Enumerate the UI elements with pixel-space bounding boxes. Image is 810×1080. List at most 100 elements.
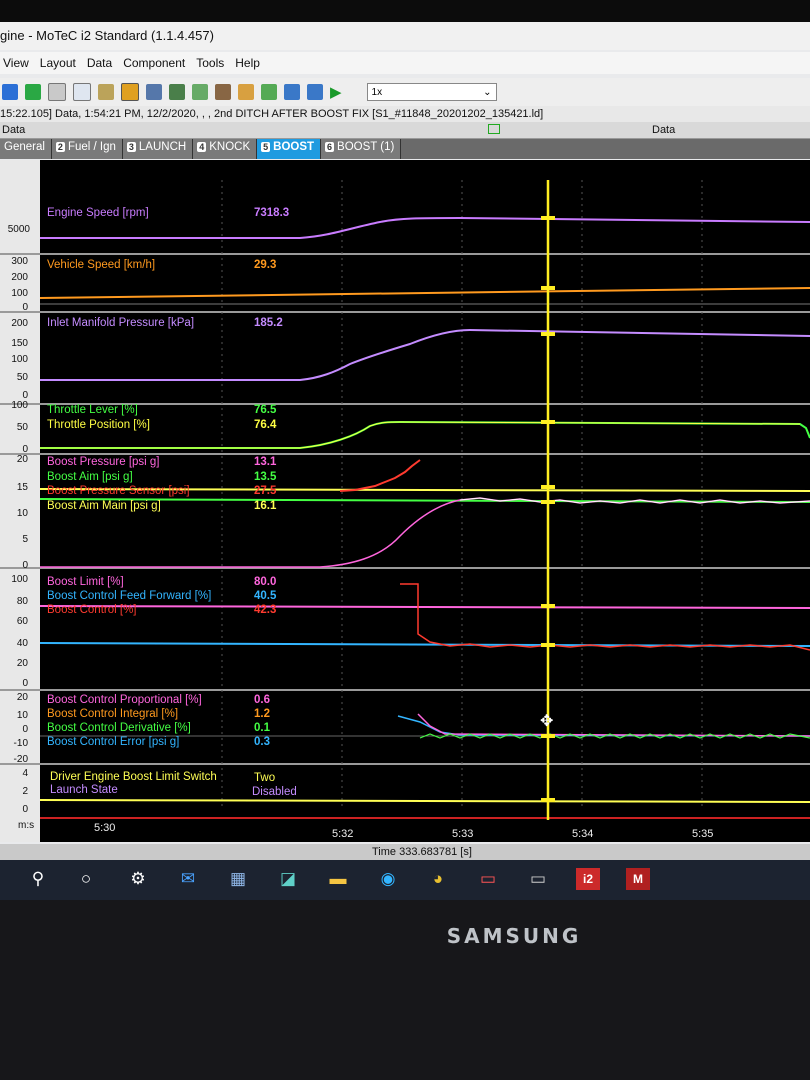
y-tick: 40 <box>16 638 28 649</box>
y-tick: 50 <box>16 372 28 383</box>
edge-icon[interactable]: ◉ <box>376 868 400 890</box>
channel-value-boost-control-derivative: 0.1 <box>254 722 270 734</box>
y-tick: 20 <box>16 454 28 465</box>
channel-label-inlet-manifold-pressure[interactable]: Inlet Manifold Pressure [kPa] <box>47 317 194 329</box>
x-tick: 5:33 <box>452 828 474 840</box>
download-icon[interactable] <box>25 84 41 100</box>
channel-value-boost-aim: 13.5 <box>254 471 277 483</box>
channel-value-vehicle-speed: 29.3 <box>254 259 277 271</box>
menu-view[interactable]: View <box>0 52 37 74</box>
menu-help[interactable]: Help <box>232 52 268 74</box>
menu-component[interactable]: Component <box>120 52 193 74</box>
trace-boost-control-error <box>397 715 810 737</box>
taskbar: ⚲ ○ ⚙ ✉ ▦ ◪ ▬ ◉ ◕ ▭ ▭ i2 M <box>0 860 810 900</box>
channel-label-boost-control-derivative[interactable]: Boost Control Derivative [%] <box>47 722 191 734</box>
trace-boost-pressure-sensor <box>339 459 421 492</box>
channel-label-boost-control-integral[interactable]: Boost Control Integral [%] <box>47 708 178 720</box>
y-tick: 50 <box>16 422 28 433</box>
trace-throttle-position <box>40 421 801 449</box>
channel-label-boost-control-proportional[interactable]: Boost Control Proportional [%] <box>47 694 202 706</box>
time-series-graph[interactable]: ✥ 5000 300 200 100 0 200 150 100 50 0 10… <box>0 160 810 842</box>
tab-number: 4 <box>197 142 207 152</box>
channel-label-launch-state[interactable]: Launch State <box>50 784 118 796</box>
move-cursor-icon: ✥ <box>540 713 553 730</box>
menu-bar: View Layout Data Component Tools Help <box>0 52 810 74</box>
settings-icon[interactable]: ⚙ <box>126 868 150 890</box>
worksheet-tabs: General 2 Fuel / Ign 3 LAUNCH 4 KNOCK 5 BOOS… <box>0 139 810 159</box>
cursor-marker <box>541 485 555 489</box>
chrome-icon[interactable]: ◕ <box>426 868 450 890</box>
forward-icon[interactable] <box>307 84 323 100</box>
tab-knock[interactable]: 4 KNOCK <box>193 139 258 159</box>
cursor-marker <box>541 643 555 647</box>
channel-label-boost-aim-main[interactable]: Boost Aim Main [psi g] <box>47 500 161 512</box>
channel-label-boost-control[interactable]: Boost Control [%] <box>47 604 136 616</box>
y-tick: 10 <box>16 508 28 519</box>
grid-icon[interactable] <box>146 84 162 100</box>
channel-label-vehicle-speed[interactable]: Vehicle Speed [km/h] <box>47 259 155 271</box>
edit-icon[interactable] <box>98 84 114 100</box>
play-icon[interactable]: ▶ <box>330 83 342 101</box>
y-tick: 100 <box>11 574 28 585</box>
save-icon[interactable] <box>2 84 18 100</box>
channel-value-engine-speed: 7318.3 <box>254 207 290 219</box>
cursor-marker <box>541 734 555 738</box>
time-range-marker[interactable] <box>488 124 500 134</box>
back-icon[interactable] <box>284 84 300 100</box>
print-preview-icon[interactable] <box>73 83 91 101</box>
channel-label-boost-control-feed-forward[interactable]: Boost Control Feed Forward [%] <box>47 590 211 602</box>
tab-number: 3 <box>126 142 136 152</box>
channel-value-throttle-lever: 76.5 <box>254 404 277 416</box>
search-icon[interactable]: ⚲ <box>26 868 50 890</box>
motec-i2-icon[interactable]: i2 <box>576 868 600 890</box>
file-explorer-icon[interactable]: ▬ <box>326 868 350 890</box>
app-window-icon[interactable]: ▭ <box>526 868 550 890</box>
menu-layout[interactable]: Layout <box>37 52 84 74</box>
folder-icon[interactable] <box>238 84 254 100</box>
channel-label-engine-speed[interactable]: Engine Speed [rpm] <box>47 207 149 219</box>
channel-label-boost-control-error[interactable]: Boost Control Error [psi g] <box>47 736 179 748</box>
map-icon[interactable] <box>261 84 277 100</box>
channel-label-boost-pressure[interactable]: Boost Pressure [psi g] <box>47 456 160 468</box>
calculator-icon[interactable]: ▦ <box>226 868 250 890</box>
channel-label-boost-aim[interactable]: Boost Aim [psi g] <box>47 471 133 483</box>
zoom-select[interactable]: 1x ⌄ <box>366 83 497 101</box>
y-tick: 80 <box>16 596 28 607</box>
chevron-down-icon: ⌄ <box>483 87 492 98</box>
tab-launch[interactable]: 3 LAUNCH <box>122 139 194 159</box>
app-icon[interactable]: ▭ <box>476 868 500 890</box>
motec-m1-icon[interactable]: M <box>626 868 650 890</box>
y-tick: -20 <box>13 754 28 765</box>
channel-label-throttle-lever[interactable]: Throttle Lever [%] <box>47 404 138 416</box>
notepad-icon[interactable]: ◪ <box>276 868 300 890</box>
chart-icon[interactable] <box>192 84 208 100</box>
y-tick: 4 <box>22 768 28 779</box>
tab-boost[interactable]: 5 BOOST <box>257 139 322 159</box>
menu-data[interactable]: Data <box>84 52 120 74</box>
tab-label: LAUNCH <box>138 141 187 153</box>
cursor-marker <box>541 420 555 424</box>
channel-label-throttle-position[interactable]: Throttle Position [%] <box>47 419 150 431</box>
layout-icon[interactable] <box>215 84 231 100</box>
channel-label-driver-engine-boost-limit-switch[interactable]: Driver Engine Boost Limit Switch <box>50 771 217 783</box>
y-tick: -10 <box>13 738 28 749</box>
cursor-marker <box>541 286 555 290</box>
tab-label: Fuel / Ign <box>67 141 116 153</box>
menu-tools[interactable]: Tools <box>193 52 232 74</box>
channel-label-boost-pressure-sensor[interactable]: Boost Pressure Sensor [psi] <box>47 485 190 497</box>
print-icon[interactable] <box>48 83 66 101</box>
cursor-marker <box>541 500 555 504</box>
film-icon[interactable] <box>121 83 139 101</box>
tab-general[interactable]: General <box>0 139 52 159</box>
screen: gine - MoTeC i2 Standard (1.1.4.457) Vie… <box>0 22 810 860</box>
channel-label-boost-limit[interactable]: Boost Limit [%] <box>47 576 124 588</box>
tab-boost-1[interactable]: 6 BOOST (1) <box>321 139 402 159</box>
y-tick: 150 <box>11 338 28 349</box>
tab-fuel-ign[interactable]: 2 Fuel / Ign <box>51 139 123 159</box>
task-view-icon[interactable]: ○ <box>74 868 98 890</box>
table-icon[interactable] <box>169 84 185 100</box>
channel-value-boost-control-integral: 1.2 <box>254 708 270 720</box>
x-tick: 5:30 <box>94 822 116 834</box>
channel-value-boost-pressure-sensor: 27.5 <box>254 485 277 497</box>
mail-icon[interactable]: ✉ <box>176 868 200 890</box>
